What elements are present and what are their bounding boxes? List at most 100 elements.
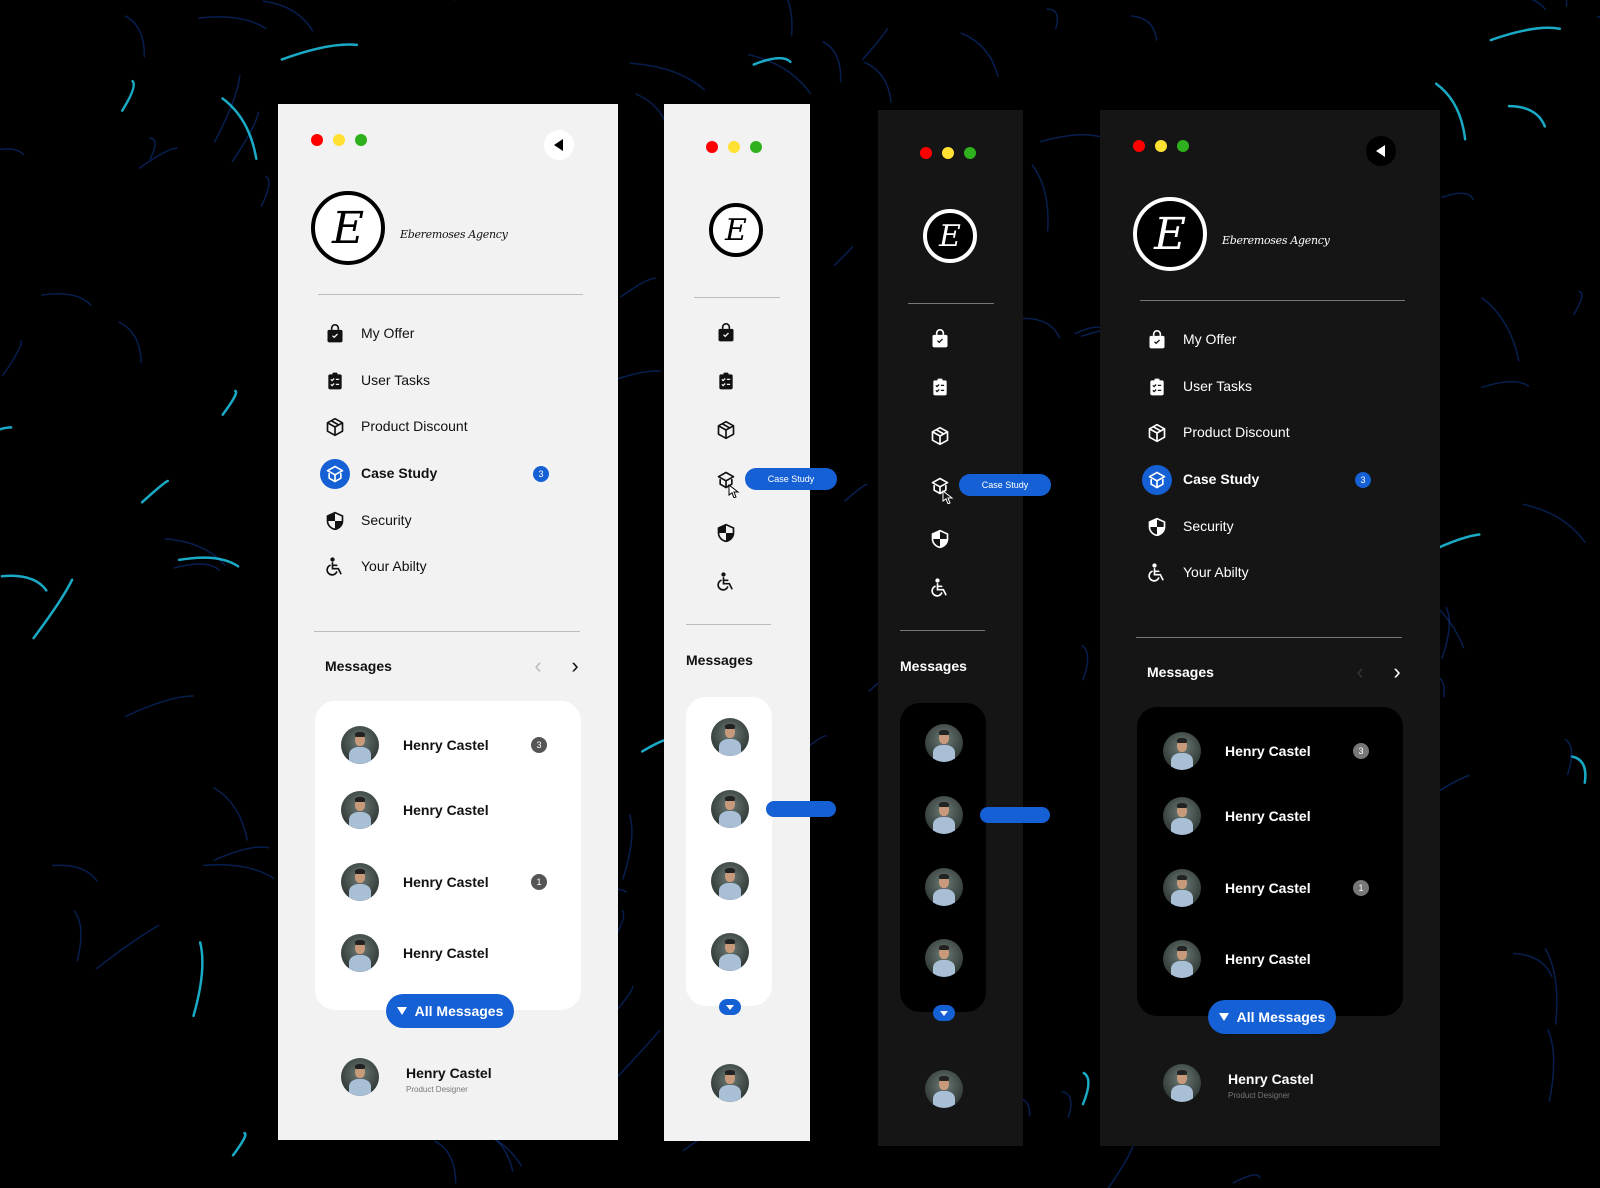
light-streak [73,910,82,962]
window-maximize-button[interactable] [964,147,976,159]
sidebar-icon-box-icon[interactable] [715,419,737,441]
contact-name[interactable]: Henry Castel [403,802,489,818]
contact-avatar[interactable] [1163,797,1201,835]
sidebar-icon-shield-icon[interactable] [929,528,951,550]
wheelchair-icon [1146,562,1168,584]
contact-avatar[interactable] [925,796,963,834]
contact-avatar[interactable] [341,791,379,829]
sidebar-item-your-abilty[interactable]: Your Abilty [308,549,568,585]
light-streak [213,75,241,143]
next-page-button[interactable]: › [1393,661,1400,683]
contact-name[interactable]: Henry Castel [403,874,489,890]
messages-title: Messages [1147,664,1214,680]
sidebar-item-user-tasks[interactable]: User Tasks [308,363,568,399]
light-streak [0,574,48,592]
expand-messages-button[interactable] [719,999,741,1015]
window-minimize-button[interactable] [333,134,345,146]
window-close-button[interactable] [1133,140,1145,152]
sidebar-item-your-abilty[interactable]: Your Abilty [1130,555,1390,591]
contact-name[interactable]: Henry Castel [403,737,489,753]
sidebar-icon-shopping-bag-check-icon[interactable] [715,322,737,344]
all-messages-button[interactable]: All Messages [386,994,514,1028]
light-streak [861,27,889,61]
light-streak [1061,1091,1072,1118]
window-maximize-button[interactable] [355,134,367,146]
sidebar-item-case-study[interactable]: Case Study 3 [1130,462,1390,498]
avatar-hair [939,874,949,879]
previous-page-button[interactable]: ‹ [534,655,541,677]
sidebar-icon-clipboard-tasks-icon[interactable] [715,370,737,392]
sidebar-collapsed-light: E Case Study Messages [664,104,837,1141]
contact-avatar[interactable] [925,939,963,977]
clipboard-tasks-icon [324,370,346,392]
avatar-shirt [932,1091,956,1108]
avatar-shirt [932,817,956,834]
avatar-hair [725,939,735,944]
contact-name[interactable]: Henry Castel [1225,808,1311,824]
contact-avatar[interactable] [711,862,749,900]
contact-avatar[interactable] [1163,940,1201,978]
sidebar-item-my-offer[interactable]: My Offer [308,316,568,352]
contact-name[interactable]: Henry Castel [403,945,489,961]
all-messages-button[interactable]: All Messages [1208,1000,1336,1034]
sidebar-item-security[interactable]: Security [1130,509,1390,545]
sidebar-icon-clipboard-tasks-icon[interactable] [929,376,951,398]
contact-name[interactable]: Henry Castel [1225,880,1311,896]
window-close-button[interactable] [706,141,718,153]
contact-avatar[interactable] [1163,732,1201,770]
window-close-button[interactable] [920,147,932,159]
sidebar-icon-box-icon[interactable] [929,425,951,447]
contact-avatar[interactable] [341,934,379,972]
contact-avatar[interactable] [711,718,749,756]
sidebar-item-product-discount[interactable]: Product Discount [308,409,568,445]
unread-count-badge: 1 [1353,880,1369,896]
contact-avatar[interactable] [1163,869,1201,907]
contact-avatar[interactable] [925,868,963,906]
sidebar-icon-shopping-bag-check-icon[interactable] [929,328,951,350]
sidebar-item-label: Case Study [361,465,438,481]
profile-avatar[interactable] [1163,1064,1201,1102]
previous-page-button[interactable]: ‹ [1356,661,1363,683]
profile-avatar[interactable] [341,1058,379,1096]
sidebar-item-label: My Offer [361,325,415,341]
light-streak [1512,952,1553,978]
contact-avatar[interactable] [711,790,749,828]
shopping-bag-check-icon [1146,329,1168,351]
collapse-sidebar-button[interactable] [544,130,574,160]
window-maximize-button[interactable] [750,141,762,153]
sidebar-item-security[interactable]: Security [308,503,568,539]
contact-avatar[interactable] [341,726,379,764]
next-page-button[interactable]: › [571,655,578,677]
window-minimize-button[interactable] [942,147,954,159]
contact-name[interactable]: Henry Castel [1225,743,1311,759]
contact-avatar[interactable] [711,933,749,971]
light-streak [124,695,194,718]
sidebar-item-case-study[interactable]: Case Study 3 [308,456,568,492]
contact-avatar[interactable] [925,724,963,762]
contact-name[interactable]: Henry Castel [1225,951,1311,967]
window-maximize-button[interactable] [1177,140,1189,152]
avatar-hair [1177,803,1187,808]
sidebar-item-product-discount[interactable]: Product Discount [1130,415,1390,451]
window-minimize-button[interactable] [1155,140,1167,152]
messages-title: Messages [686,652,753,668]
light-streak [192,941,204,1018]
avatar-shirt [1170,961,1194,978]
caret-down-icon [1218,1013,1229,1021]
sidebar-icon-shield-icon[interactable] [715,522,737,544]
light-streak [231,1131,247,1157]
sidebar-icon-wheelchair-icon[interactable] [715,571,737,593]
profile-avatar[interactable] [925,1070,963,1108]
sidebar-icon-wheelchair-icon[interactable] [929,577,951,599]
profile-avatar[interactable] [711,1064,749,1102]
window-close-button[interactable] [311,134,323,146]
light-streak [1130,15,1158,41]
avatar-hair [725,796,735,801]
contact-avatar[interactable] [341,863,379,901]
sidebar-item-my-offer[interactable]: My Offer [1130,322,1390,358]
avatar-shirt [348,1079,372,1096]
sidebar-item-user-tasks[interactable]: User Tasks [1130,369,1390,405]
window-minimize-button[interactable] [728,141,740,153]
collapse-sidebar-button[interactable] [1366,136,1396,166]
expand-messages-button[interactable] [933,1005,955,1021]
